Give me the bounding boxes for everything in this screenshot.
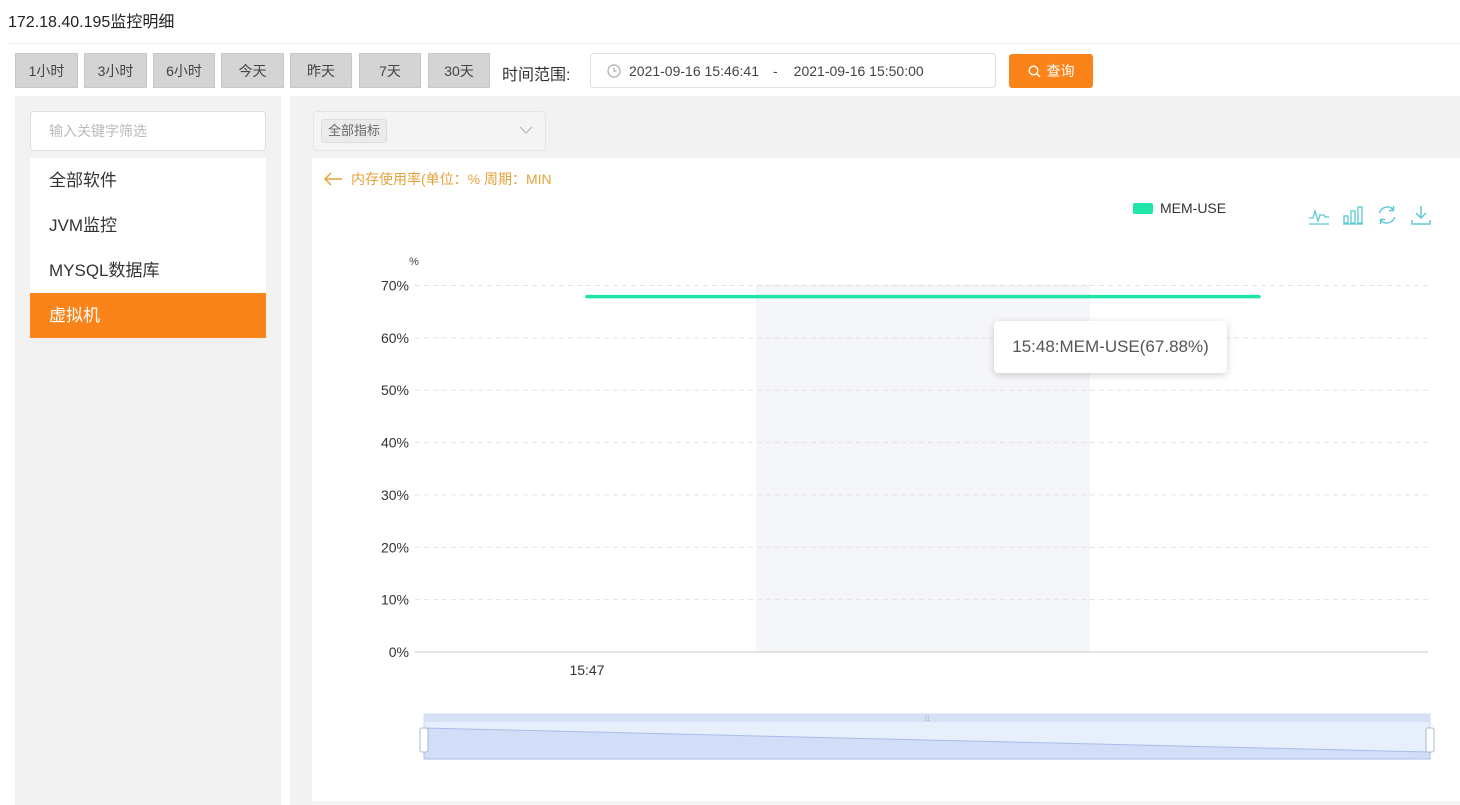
x-tick-label: 15:47 <box>569 662 604 678</box>
y-tick-label: 50% <box>381 382 409 398</box>
y-tick-label: 40% <box>381 435 409 451</box>
y-tick-label: 0% <box>389 644 409 660</box>
y-tick-label: 30% <box>381 487 409 503</box>
y-tick-label: 20% <box>381 539 409 555</box>
chart-tooltip: 15:48:MEM-USE(67.88%) <box>994 321 1227 373</box>
zoom-handle-right[interactable] <box>1425 727 1435 753</box>
zoom-grip-icon[interactable]: ⁞⁞ <box>924 714 929 723</box>
zoom-handle-left[interactable] <box>419 727 429 753</box>
y-tick-label: 70% <box>381 278 409 294</box>
y-axis-unit: % <box>409 256 419 268</box>
mem-usage-line-chart: 0% 10% 20% 30% 40% 50% 60% 70%% 15:47 ⁞⁞ <box>381 256 1435 760</box>
y-tick-label: 10% <box>381 592 409 608</box>
y-tick-label: 60% <box>381 330 409 346</box>
